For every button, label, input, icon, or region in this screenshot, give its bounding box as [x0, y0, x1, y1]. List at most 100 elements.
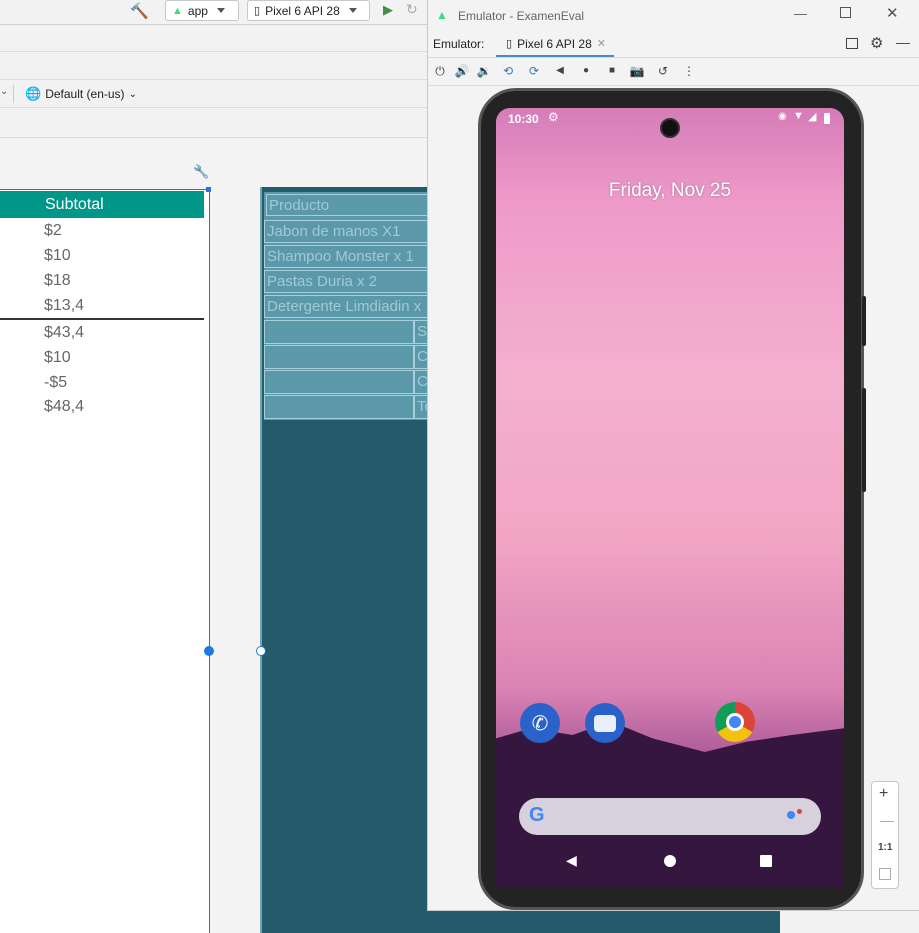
fit-screen-icon[interactable] — [879, 868, 891, 880]
blueprint-cell — [264, 395, 414, 419]
overview-icon[interactable]: ■ — [604, 63, 620, 79]
rotate-left-icon[interactable]: ⟲ — [500, 63, 516, 79]
zoom-out-icon[interactable]: — — [880, 812, 894, 828]
emulator-title-bar[interactable]: ▲ Emulator - ExamenEval — ✕ — [428, 0, 919, 31]
phone-icon: ▯ — [506, 38, 513, 50]
home-date[interactable]: Friday, Nov 25 — [496, 180, 844, 202]
android-icon: ▲ — [172, 4, 183, 17]
assistant-icon[interactable] — [787, 811, 795, 819]
wrench-icon[interactable]: 🔧 — [193, 164, 209, 180]
settings-status-icon: ⚙ — [548, 110, 559, 124]
blueprint-cell — [264, 345, 414, 369]
value-cell: $10 — [44, 349, 71, 366]
location-status-icon: ◉ — [778, 111, 787, 122]
volume-up-icon[interactable]: 🔊 — [454, 63, 470, 79]
more-icon[interactable]: ⋮ — [681, 63, 697, 79]
layout-preview[interactable] — [0, 189, 210, 933]
locale-select[interactable]: 🌐 Default (en-us) ⌄ — [25, 86, 137, 102]
maximize-icon[interactable] — [840, 7, 851, 18]
run-config-select[interactable]: ▲ app — [165, 0, 239, 21]
design-toolbar: ⌄ 🌐 Default (en-us) ⌄ — [0, 80, 430, 108]
close-icon[interactable]: ✕ — [886, 4, 899, 22]
design-subtoolbar — [0, 108, 430, 138]
emulator-controls: ⏻ 🔊 🔉 ⟲ ⟳ ◀ ● ■ 📷 ↺ ⋮ — [428, 58, 919, 86]
value-cell: -$5 — [44, 374, 68, 391]
chat-bubble-icon — [594, 714, 616, 732]
chevron-down-icon — [216, 8, 225, 13]
value-cell: $2 — [44, 222, 62, 239]
blueprint-row: Jabon de manos X1 — [264, 220, 429, 243]
chrome-center-icon — [726, 713, 744, 731]
divider-line — [0, 318, 204, 320]
blueprint-cell — [264, 370, 414, 394]
chrome-app-icon[interactable] — [715, 702, 755, 742]
nav-home-icon[interactable] — [664, 855, 676, 867]
locale-label: Default (en-us) — [45, 87, 125, 101]
device-label: Pixel 6 API 28 — [265, 3, 340, 18]
signal-status-icon: ◢ — [808, 111, 817, 123]
power-icon[interactable]: ⏻ — [432, 63, 448, 79]
zoom-in-icon[interactable]: + — [879, 785, 888, 803]
device-select[interactable]: ▯ Pixel 6 API 28 — [247, 0, 370, 21]
build-hammer-icon[interactable]: 🔨 — [130, 2, 149, 20]
globe-icon: 🌐 — [25, 86, 42, 101]
phone-icon: ▯ — [254, 5, 261, 17]
editor-tab-row — [0, 25, 430, 52]
messages-app-icon[interactable] — [585, 703, 625, 743]
run-config-label: app — [187, 3, 208, 18]
chevron-down-icon[interactable]: ⌄ — [0, 86, 8, 97]
android-icon: ▲ — [436, 8, 448, 22]
chevron-down-icon: ⌄ — [128, 88, 137, 100]
zoom-panel: + — 1:1 — [871, 781, 899, 889]
blueprint-row: Producto — [266, 194, 429, 216]
phone-app-icon[interactable]: ✆ — [520, 703, 560, 743]
assistant-icon-dot — [797, 809, 802, 814]
gear-icon[interactable]: ⚙ — [870, 34, 883, 52]
value-cell: $13,4 — [44, 297, 85, 314]
home-icon[interactable]: ● — [578, 63, 594, 79]
blueprint-row: Detergente Limdiadin x — [264, 295, 429, 318]
chevron-down-icon — [348, 8, 357, 13]
emulator-title: Emulator - ExamenEval — [458, 8, 585, 23]
volume-down-icon[interactable]: 🔉 — [476, 63, 492, 79]
front-camera — [660, 118, 680, 138]
value-cell: $48,4 — [44, 398, 85, 415]
tab-label: Pixel 6 API 28 — [517, 37, 592, 51]
blueprint-cell — [264, 320, 414, 344]
apply-changes-icon[interactable]: ↻ — [406, 1, 418, 18]
nav-overview-icon[interactable] — [760, 855, 772, 867]
emulator-tabs-label: Emulator: — [433, 37, 485, 51]
emulator-tab-bar: Emulator: ▯ Pixel 6 API 28 ✕ ⚙ — — [428, 31, 919, 58]
wifi-status-icon: ▼ — [793, 110, 804, 122]
status-time: 10:30 — [508, 112, 539, 126]
resize-handle[interactable] — [256, 646, 266, 656]
blueprint-row: Pastas Duria x 2 — [264, 270, 429, 293]
close-icon[interactable]: ✕ — [597, 37, 606, 55]
zoom-ratio-button[interactable]: 1:1 — [878, 842, 892, 853]
corner-handle[interactable] — [206, 187, 211, 192]
google-search-bar[interactable]: G — [519, 798, 821, 835]
layout-icon[interactable] — [846, 38, 858, 49]
minimize-icon[interactable]: — — [794, 6, 807, 21]
run-icon[interactable]: ▶ — [383, 2, 393, 18]
editor-gap — [0, 53, 430, 80]
battery-status-icon — [824, 113, 830, 124]
rotate-right-icon[interactable]: ⟳ — [526, 63, 542, 79]
subtotal-header: Subtotal — [0, 191, 204, 218]
nav-back-icon[interactable]: ◀ — [566, 852, 577, 869]
snapshot-icon[interactable]: ↺ — [655, 63, 671, 79]
blueprint-row: Shampoo Monster x 1 — [264, 245, 429, 268]
back-icon[interactable]: ◀ — [552, 63, 568, 79]
blueprint-table: Producto Jabon de manos X1 Shampoo Monst… — [264, 192, 429, 420]
value-cell: $10 — [44, 247, 71, 264]
value-cell: $18 — [44, 272, 71, 289]
toolbar-separator — [13, 85, 14, 103]
camera-icon[interactable]: 📷 — [629, 63, 645, 79]
device-power-button[interactable] — [862, 296, 866, 346]
google-logo-icon: G — [529, 804, 545, 826]
resize-handle[interactable] — [204, 646, 214, 656]
tab-pixel-6[interactable]: ▯ Pixel 6 API 28 ✕ — [496, 31, 614, 57]
device-volume-button[interactable] — [862, 388, 866, 492]
hide-icon[interactable]: — — [896, 34, 910, 50]
value-cell: $43,4 — [44, 324, 85, 341]
